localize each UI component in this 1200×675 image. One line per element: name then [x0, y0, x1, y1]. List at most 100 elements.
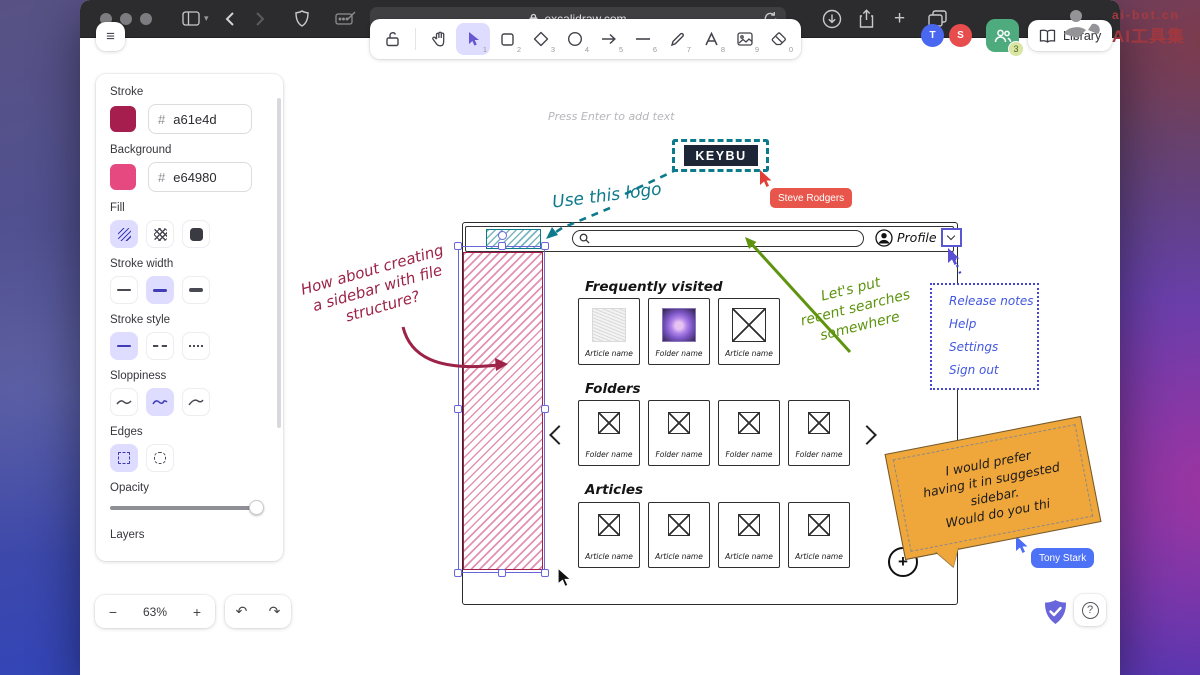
background-hex-input[interactable]: #e64980: [148, 162, 252, 192]
fill-hachure-button[interactable]: [110, 220, 138, 248]
sloppiness-artist-button[interactable]: [146, 388, 174, 416]
zoom-control: − 63% +: [95, 595, 215, 628]
article-card[interactable]: Article name: [578, 502, 640, 568]
sidebar-chevron-icon[interactable]: ▾: [204, 13, 209, 24]
live-collaboration-button[interactable]: 3: [986, 19, 1019, 52]
lock-tool[interactable]: [375, 23, 409, 55]
help-button[interactable]: ?: [1074, 594, 1106, 626]
zoom-in-button[interactable]: +: [179, 604, 215, 620]
zoom-level[interactable]: 63%: [131, 605, 179, 619]
menu-item-sign-out[interactable]: Sign out: [949, 363, 1037, 377]
diamond-tool[interactable]: 3: [524, 23, 558, 55]
arrow-tool[interactable]: 5: [592, 23, 626, 55]
collaborator-avatar-s[interactable]: S: [949, 24, 972, 47]
opacity-label: Opacity: [110, 482, 271, 494]
fill-solid-button[interactable]: [182, 220, 210, 248]
eraser-tool[interactable]: 0: [762, 23, 796, 55]
text-tool[interactable]: 8: [694, 23, 728, 55]
image-placeholder-icon: [598, 514, 620, 536]
rotation-handle[interactable]: [498, 231, 507, 240]
edges-sharp-button[interactable]: [110, 444, 138, 472]
stroke-width-section: Stroke width: [110, 258, 271, 304]
collaborator-label-tony: Tony Stark: [1031, 548, 1094, 568]
redo-button[interactable]: ↷: [258, 603, 291, 620]
width-thin-button[interactable]: [110, 276, 138, 304]
wireframe-profile-group[interactable]: Profile: [875, 228, 962, 247]
collaborator-count-badge: 3: [1008, 41, 1024, 57]
image-placeholder-icon: [808, 514, 830, 536]
toolbar-divider: [415, 28, 416, 50]
forward-button[interactable]: [256, 12, 265, 26]
menu-item-release-notes[interactable]: Release notes: [949, 294, 1037, 308]
visited-card-article-1[interactable]: Article name: [578, 298, 640, 365]
encryption-shield-icon: [1045, 600, 1066, 629]
line-tool[interactable]: 6: [626, 23, 660, 55]
selection-tool[interactable]: 1: [456, 23, 490, 55]
profile-dropdown[interactable]: [941, 228, 962, 247]
sidebar-toggle-icon[interactable]: [182, 11, 200, 26]
article-card[interactable]: Article name: [718, 502, 780, 568]
article-card[interactable]: Article name: [788, 502, 850, 568]
stroke-color-swatch[interactable]: [110, 106, 136, 132]
traffic-light-minimize[interactable]: [120, 13, 132, 25]
bold-line-icon: [153, 289, 167, 292]
watermark-text-line2: AI工具集: [1112, 22, 1185, 47]
width-extrabold-button[interactable]: [182, 276, 210, 304]
privacy-shield-icon[interactable]: [295, 10, 309, 27]
keybu-logo[interactable]: KEYBU: [684, 145, 758, 166]
folder-card[interactable]: Folder name: [718, 400, 780, 466]
thin-line-icon: [117, 289, 131, 291]
artist-squiggle-icon: [152, 397, 168, 407]
opacity-slider-track: [110, 506, 262, 510]
draw-tool[interactable]: 7: [660, 23, 694, 55]
image-placeholder-icon: [732, 308, 766, 342]
opacity-slider-thumb: [249, 500, 264, 515]
layers-section: Layers: [110, 529, 271, 541]
background-color-swatch[interactable]: [110, 164, 136, 190]
stroke-style-section: Stroke style: [110, 314, 271, 360]
sloppiness-architect-button[interactable]: [110, 388, 138, 416]
question-mark-icon: ?: [1082, 602, 1099, 619]
visited-card-folder[interactable]: Folder name: [648, 298, 710, 365]
article-card[interactable]: Article name: [648, 502, 710, 568]
architect-squiggle-icon: [116, 397, 132, 407]
style-solid-button[interactable]: [110, 332, 138, 360]
use-this-logo-annotation: Use this logo: [551, 179, 663, 212]
canvas-hint-text: Press Enter to add text: [548, 110, 675, 123]
edges-round-button[interactable]: [146, 444, 174, 472]
traffic-light-zoom[interactable]: [140, 13, 152, 25]
folder-card[interactable]: Folder name: [578, 400, 640, 466]
menu-item-settings[interactable]: Settings: [949, 340, 1037, 354]
visited-card-article-2[interactable]: Article name: [718, 298, 780, 365]
stroke-label: Stroke: [110, 86, 271, 98]
zoom-out-button[interactable]: −: [95, 604, 131, 620]
background-section: Background #e64980: [110, 144, 271, 192]
profile-menu[interactable]: Release notes Help Settings Sign out: [930, 283, 1039, 390]
panel-scrollbar[interactable]: [277, 98, 281, 428]
stroke-hex-input[interactable]: #a61e4d: [148, 104, 252, 134]
hand-tool[interactable]: [422, 23, 456, 55]
menu-item-help[interactable]: Help: [949, 317, 1037, 331]
sloppiness-cartoonist-button[interactable]: [182, 388, 210, 416]
autofill-icon[interactable]: [335, 11, 357, 26]
share-icon[interactable]: [858, 9, 875, 29]
undo-button[interactable]: ↶: [225, 603, 258, 620]
downloads-icon[interactable]: [822, 9, 842, 29]
fill-crosshatch-button[interactable]: [146, 220, 174, 248]
opacity-section: Opacity: [110, 482, 271, 515]
opacity-slider[interactable]: [110, 500, 262, 515]
back-button[interactable]: [225, 12, 234, 26]
width-bold-button[interactable]: [146, 276, 174, 304]
collaborator-avatar-t[interactable]: T: [921, 24, 944, 47]
hachure-icon: [118, 228, 131, 241]
style-dashed-button[interactable]: [146, 332, 174, 360]
image-tool[interactable]: 9: [728, 23, 762, 55]
rectangle-tool[interactable]: 2: [490, 23, 524, 55]
ellipse-tool[interactable]: 4: [558, 23, 592, 55]
new-tab-icon[interactable]: +: [894, 8, 905, 30]
main-menu-button[interactable]: ≡: [96, 22, 125, 51]
style-dotted-button[interactable]: [182, 332, 210, 360]
folder-card[interactable]: Folder name: [648, 400, 710, 466]
wireframe-search-bar[interactable]: [572, 230, 864, 247]
folder-card[interactable]: Folder name: [788, 400, 850, 466]
